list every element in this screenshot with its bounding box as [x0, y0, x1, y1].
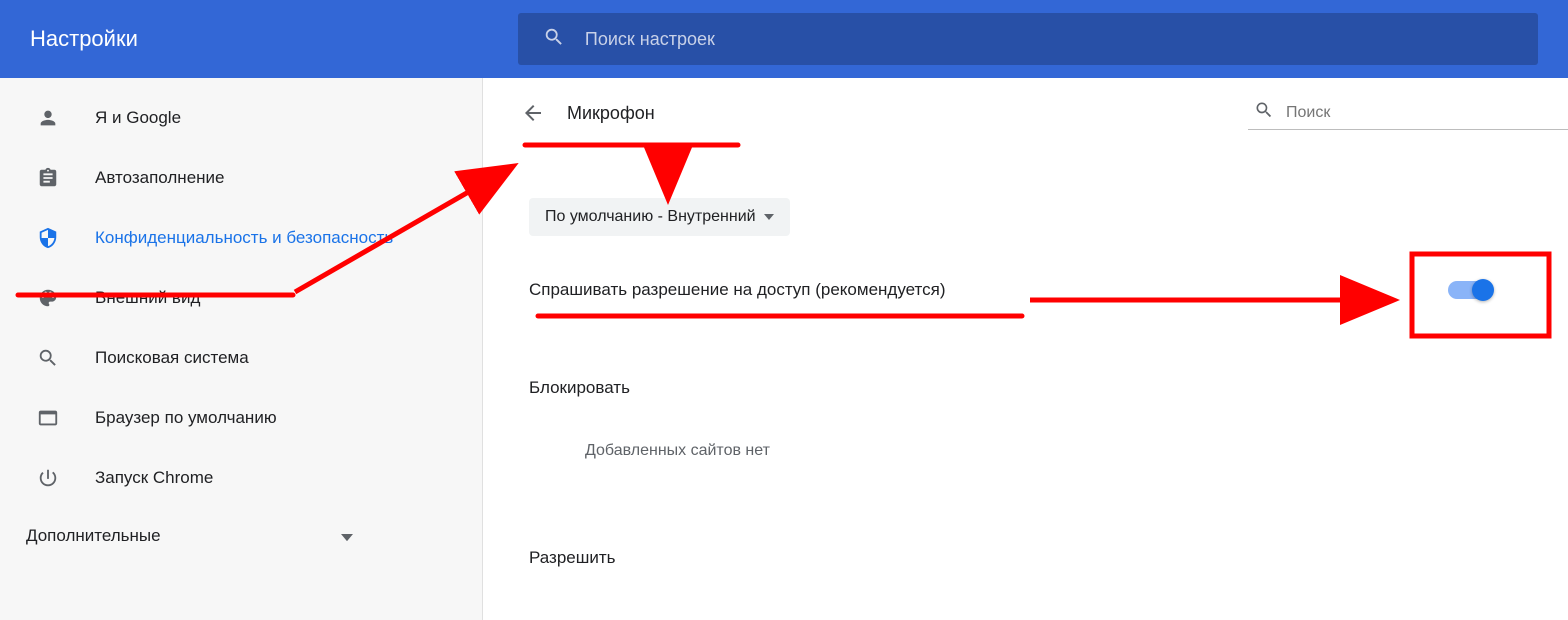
sidebar-item-appearance[interactable]: Внешний вид	[0, 268, 482, 328]
global-search[interactable]	[518, 13, 1538, 65]
chevron-down-icon	[341, 526, 353, 546]
sidebar-item-privacy-security[interactable]: Конфиденциальность и безопасность	[0, 208, 482, 268]
sidebar-item-default-browser[interactable]: Браузер по умолчанию	[0, 388, 482, 448]
sidebar: Я и Google Автозаполнение Конфиденциальн…	[0, 78, 483, 620]
global-search-input[interactable]	[585, 29, 1513, 50]
main-content: Микрофон По умолчанию - Внутренний Спраш…	[483, 78, 1568, 620]
sidebar-item-search-engine[interactable]: Поисковая система	[0, 328, 482, 388]
browser-icon	[36, 406, 60, 430]
sidebar-item-autofill[interactable]: Автозаполнение	[0, 148, 482, 208]
content-search[interactable]	[1248, 96, 1568, 130]
ask-permission-label: Спрашивать разрешение на доступ (рекомен…	[529, 280, 946, 300]
sidebar-item-label: Запуск Chrome	[95, 466, 213, 490]
toggle-knob	[1472, 279, 1494, 301]
app-header: Настройки	[0, 0, 1568, 78]
app-title: Настройки	[30, 26, 138, 52]
shield-icon	[36, 226, 60, 250]
section-block-empty: Добавленных сайтов нет	[513, 442, 1568, 460]
section-block-title: Блокировать	[513, 378, 1568, 398]
content-search-input[interactable]	[1286, 104, 1562, 122]
back-button[interactable]	[521, 101, 545, 125]
power-icon	[36, 466, 60, 490]
sidebar-item-label: Поисковая система	[95, 346, 249, 370]
sidebar-item-label: Конфиденциальность и безопасность	[95, 226, 393, 250]
section-allow-title: Разрешить	[513, 548, 1568, 568]
search-icon	[1254, 100, 1274, 125]
sidebar-item-label: Я и Google	[95, 106, 181, 130]
search-icon	[543, 26, 565, 53]
clipboard-icon	[36, 166, 60, 190]
ask-permission-toggle[interactable]	[1448, 281, 1492, 299]
page-title: Микрофон	[567, 103, 655, 124]
sidebar-item-on-startup[interactable]: Запуск Chrome	[0, 448, 482, 508]
microphone-device-dropdown[interactable]: По умолчанию - Внутренний	[529, 198, 790, 236]
search-icon	[36, 346, 60, 370]
person-icon	[36, 106, 60, 130]
sidebar-item-label: Автозаполнение	[95, 166, 225, 190]
dropdown-selected-value: По умолчанию - Внутренний	[545, 208, 756, 226]
sidebar-item-label: Внешний вид	[95, 286, 200, 310]
chevron-down-icon	[764, 214, 774, 220]
palette-icon	[36, 286, 60, 310]
sidebar-item-you-and-google[interactable]: Я и Google	[0, 88, 482, 148]
sidebar-advanced-toggle[interactable]: Дополнительные	[0, 508, 482, 564]
sidebar-item-label: Браузер по умолчанию	[95, 406, 277, 430]
advanced-label: Дополнительные	[26, 526, 161, 546]
